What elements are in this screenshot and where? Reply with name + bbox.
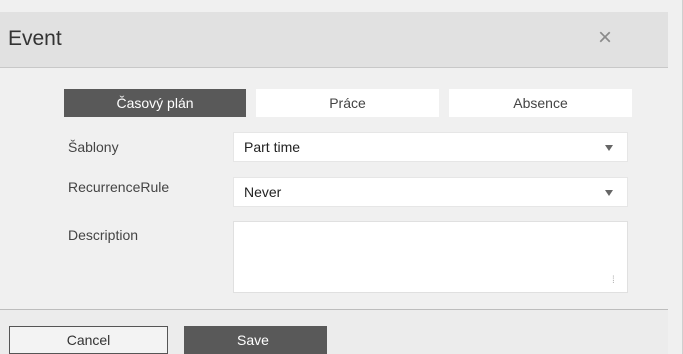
resize-grip-icon[interactable]: ⁞ [612,276,615,286]
event-dialog: Event × Časový plán Práce Absence Šablon… [0,0,683,354]
description-textarea[interactable] [233,221,628,293]
recurrence-select-value: Never [244,184,282,200]
recurrence-label: RecurrenceRule [68,179,170,195]
save-button[interactable]: Save [184,326,327,354]
cancel-button[interactable]: Cancel [9,326,168,354]
tab-absence[interactable]: Absence [449,89,632,117]
tab-prace[interactable]: Práce [256,89,439,117]
templates-label: Šablony [68,139,119,155]
description-label: Description [68,227,139,243]
dialog-body: Časový plán Práce Absence Šablony Part t… [0,69,668,309]
dialog-title: Event [8,27,62,50]
recurrence-select[interactable]: Never [233,177,628,207]
close-icon[interactable]: × [598,26,612,50]
templates-select[interactable]: Part time [233,132,628,162]
dialog-header: Event × [0,12,668,68]
dialog-footer: Cancel Save [0,309,668,354]
tab-casovy-plan[interactable]: Časový plán [64,89,246,117]
templates-select-value: Part time [244,139,301,155]
chevron-down-icon [605,145,613,151]
chevron-down-icon [605,190,613,196]
